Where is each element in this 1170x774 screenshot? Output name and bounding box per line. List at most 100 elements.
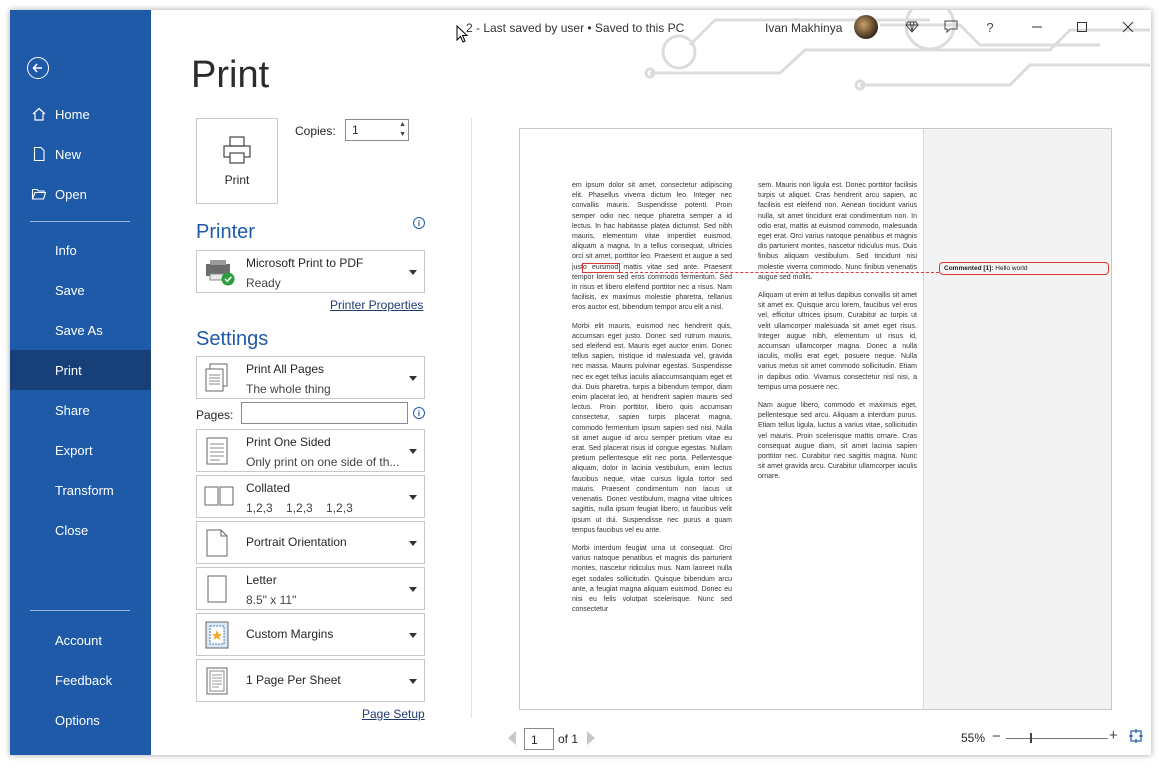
user-name[interactable]: Ivan Makhinya <box>765 21 842 35</box>
setting-line2: 8.5" x 11" <box>246 593 297 607</box>
chevron-down-icon <box>409 270 417 275</box>
page-title: Print <box>191 54 270 96</box>
zoom-out-button[interactable]: − <box>992 728 1001 745</box>
sidebar-item-save[interactable]: Save <box>10 270 151 310</box>
margins-icon <box>205 621 229 649</box>
zoom-in-button[interactable]: + <box>1109 727 1118 744</box>
zoom-slider[interactable] <box>1006 738 1108 739</box>
margins-dropdown[interactable]: Custom Margins <box>196 613 425 656</box>
diamond-icon[interactable] <box>903 18 921 36</box>
page-number-input[interactable]: 1 <box>524 728 554 750</box>
sidebar-item-options[interactable]: Options <box>10 700 151 740</box>
pages-icon <box>205 363 228 392</box>
print-button-label: Print <box>224 173 250 187</box>
setting-line2: 1,2,3 1,2,3 1,2,3 <box>246 501 353 515</box>
sidebar-item-label: Save As <box>55 322 103 338</box>
printer-heading: Printer <box>196 221 255 243</box>
preview-paragraph: sem. Mauris non ligula est. Donec portti… <box>758 182 917 281</box>
setting-line1: Collated <box>246 481 291 495</box>
printer-dropdown[interactable]: Microsoft Print to PDF Ready <box>196 250 425 293</box>
sidebar-item-account[interactable]: Account <box>10 620 151 660</box>
previous-page-icon[interactable] <box>506 730 518 746</box>
info-icon[interactable]: i <box>413 407 425 419</box>
preview-column-left: em ipsum dolor sit amet, consectetur adi… <box>572 181 732 623</box>
spin-up-icon[interactable]: ▲ <box>399 121 406 128</box>
setting-line2: The whole thing <box>246 382 331 396</box>
sidebar-item-export[interactable]: Export <box>10 430 151 470</box>
word-window: Home New Open Info Save Save As Print Sh… <box>10 10 1151 755</box>
sidebar-item-home[interactable]: Home <box>10 94 151 134</box>
setting-line1: Print All Pages <box>246 362 325 376</box>
page-setup-link[interactable]: Page Setup <box>362 707 425 721</box>
setting-line2: Only print on one side of th... <box>246 455 400 469</box>
sidebar-item-new[interactable]: New <box>10 134 151 174</box>
zoom-to-page-icon[interactable] <box>1129 729 1143 743</box>
preview-paragraph: Nam augue libero, commodo et maximus ege… <box>758 402 917 481</box>
pages-per-sheet-dropdown[interactable]: 1 Page Per Sheet <box>196 659 425 702</box>
preview-paragraph: em ipsum dolor sit amet, consectetur adi… <box>572 182 732 312</box>
maximize-icon[interactable] <box>1073 18 1091 36</box>
sidebar-item-close[interactable]: Close <box>10 510 151 550</box>
collation-dropdown[interactable]: Collated 1,2,3 1,2,3 1,2,3 <box>196 475 425 518</box>
setting-line1: Letter <box>246 573 277 587</box>
backstage-sidebar: Home New Open Info Save Save As Print Sh… <box>10 10 151 755</box>
copies-stepper[interactable]: 1 ▲ ▼ <box>345 119 409 141</box>
sidebar-item-share[interactable]: Share <box>10 390 151 430</box>
print-range-dropdown[interactable]: Print All Pages The whole thing <box>196 356 425 399</box>
chevron-down-icon <box>409 633 417 638</box>
printer-name: Microsoft Print to PDF <box>246 256 364 270</box>
chevron-down-icon <box>409 679 417 684</box>
sidebar-item-transform[interactable]: Transform <box>10 470 151 510</box>
printer-icon <box>223 136 251 164</box>
sidebar-item-feedback[interactable]: Feedback <box>10 660 151 700</box>
sidebar-item-save-as[interactable]: Save As <box>10 310 151 350</box>
sidebar-item-label: Feedback <box>55 672 113 688</box>
preview-paragraph: Morbi interdum feugiat urna ut consequat… <box>572 544 732 614</box>
sidebar-item-label: Options <box>55 712 100 728</box>
print-button[interactable]: Print <box>196 118 278 204</box>
feedback-icon[interactable] <box>942 18 960 36</box>
sidebar-item-label: Transform <box>55 482 114 498</box>
sides-dropdown[interactable]: Print One Sided Only print on one side o… <box>196 429 425 472</box>
help-icon[interactable]: ? <box>981 18 999 36</box>
sidebar-item-label: Open <box>55 186 87 202</box>
chevron-down-icon <box>409 376 417 381</box>
avatar[interactable] <box>854 15 878 39</box>
settings-heading: Settings <box>196 328 269 350</box>
sidebar-item-print[interactable]: Print <box>10 350 151 390</box>
setting-line1: 1 Page Per Sheet <box>246 673 341 687</box>
printer-properties-link[interactable]: Printer Properties <box>330 298 423 312</box>
close-icon[interactable] <box>1119 18 1137 36</box>
comment-label: Commented [1]: <box>944 265 994 272</box>
sidebar-divider <box>30 221 130 222</box>
orientation-dropdown[interactable]: Portrait Orientation <box>196 521 425 564</box>
spin-down-icon[interactable]: ▼ <box>399 131 406 138</box>
folder-open-icon <box>31 186 47 202</box>
chevron-down-icon <box>409 587 417 592</box>
sidebar-item-label: Save <box>55 282 85 298</box>
sidebar-item-label: Share <box>55 402 90 418</box>
chevron-down-icon <box>409 495 417 500</box>
chevron-down-icon <box>409 541 417 546</box>
sidebar-item-info[interactable]: Info <box>10 230 151 270</box>
sidebar-item-label: Info <box>55 242 77 258</box>
back-arrow-icon[interactable] <box>27 57 49 79</box>
pages-per-sheet-icon <box>206 667 228 695</box>
setting-line1: Portrait Orientation <box>246 535 347 549</box>
info-icon[interactable]: i <box>413 217 425 229</box>
minimize-icon[interactable] <box>1028 18 1046 36</box>
zoom-percentage[interactable]: 55% <box>961 731 985 745</box>
sidebar-item-label: Close <box>55 522 89 538</box>
chevron-down-icon <box>409 449 417 454</box>
paper-size-icon <box>207 575 227 603</box>
pages-input[interactable] <box>241 402 408 424</box>
comment-bubble: Commented [1]: Hello world <box>939 262 1109 275</box>
sidebar-item-label: Export <box>55 442 93 458</box>
copies-value: 1 <box>352 123 359 137</box>
sidebar-item-open[interactable]: Open <box>10 174 151 214</box>
zoom-slider-thumb[interactable] <box>1030 733 1032 743</box>
paper-size-dropdown[interactable]: Letter 8.5" x 11" <box>196 567 425 610</box>
next-page-icon[interactable] <box>585 730 597 746</box>
sidebar-item-label: New <box>55 146 82 162</box>
document-title: 2 - Last saved by user • Saved to this P… <box>466 21 685 35</box>
